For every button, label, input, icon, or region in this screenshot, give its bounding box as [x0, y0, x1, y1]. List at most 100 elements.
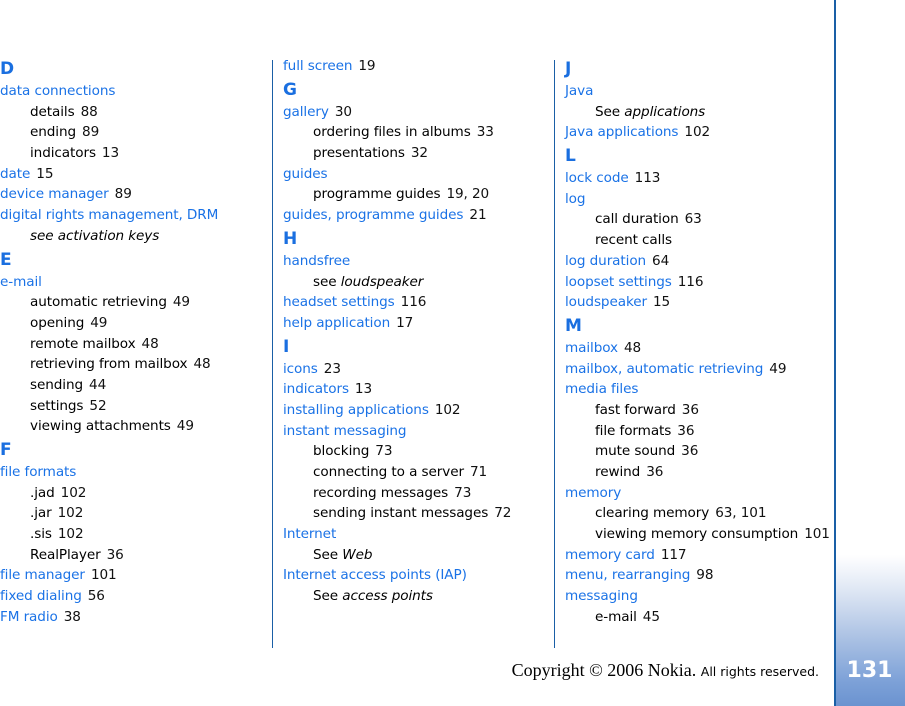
page-reference: 101: [90, 567, 117, 584]
copyright-notice: Copyright © 2006 Nokia. All rights reser…: [512, 660, 819, 681]
page-reference: 113: [634, 170, 661, 187]
see-prefix: See: [313, 546, 339, 563]
page-reference: 49: [90, 314, 108, 331]
see-prefix: see: [313, 273, 337, 290]
index-term: loudspeaker: [565, 294, 647, 311]
page-reference: 102: [57, 505, 84, 522]
index-subentry: e-mail 45: [565, 607, 830, 628]
index-subterm: file formats: [595, 422, 672, 439]
index-subentry: programme guides 19, 20: [283, 184, 551, 205]
index-subentry: automatic retrieving 49: [0, 292, 268, 313]
page-reference: 45: [642, 608, 660, 625]
index-entry: FM radio 38: [0, 607, 268, 628]
index-term: lock code: [565, 170, 629, 187]
page-reference: 48: [141, 335, 159, 352]
index-subentry: retrieving from mailbox 48: [0, 354, 268, 375]
index-entry: Internet: [283, 524, 551, 545]
page-reference: 89: [114, 186, 132, 203]
index-see-reference: See applications: [565, 102, 830, 123]
page-reference: 36: [681, 443, 699, 460]
index-subentry: recording messages 73: [283, 483, 551, 504]
page-reference: 117: [660, 546, 687, 563]
index-subterm: fast forward: [595, 401, 676, 418]
copyright-rights: All rights reserved.: [700, 664, 819, 679]
index-subterm: presentations: [313, 145, 405, 162]
index-column-3: J Java See applications Java applications 10…: [565, 56, 830, 628]
index-term: full screen: [283, 58, 353, 74]
index-entry: e-mail: [0, 272, 268, 293]
page-reference: 88: [80, 103, 98, 120]
see-prefix: See: [595, 103, 621, 120]
page-tab-band: [834, 0, 905, 706]
index-entry: data connections: [0, 81, 268, 102]
index-entry: device manager 89: [0, 184, 268, 205]
index-entry: file manager 101: [0, 565, 268, 586]
page-reference: 13: [101, 145, 120, 162]
index-entry: media files: [565, 379, 830, 400]
index-subterm: blocking: [313, 443, 370, 460]
index-term: e-mail: [0, 273, 42, 290]
index-term: indicators: [283, 381, 349, 398]
index-term: data connections: [0, 83, 116, 99]
index-entry: instant messaging: [283, 421, 551, 442]
index-term: headset settings: [283, 294, 395, 311]
index-term: Internet: [283, 526, 337, 543]
page-reference: 36: [677, 422, 695, 439]
see-target: access points: [342, 588, 433, 605]
index-subentry: opening 49: [0, 313, 268, 334]
index-subterm: connecting to a server: [313, 464, 464, 480]
index-subentry: .jar 102: [0, 503, 268, 524]
index-term: media files: [565, 381, 639, 398]
index-section-letter: M: [565, 315, 582, 336]
index-entry: mailbox, automatic retrieving 49: [565, 359, 830, 380]
index-subentry: indicators 13: [0, 143, 268, 164]
index-term: fixed dialing: [0, 588, 82, 605]
index-entry: headset settings 116: [283, 292, 551, 313]
index-term: log: [565, 190, 586, 207]
page-reference: 116: [400, 294, 427, 311]
index-subentry: mute sound 36: [565, 441, 830, 462]
index-entry: fixed dialing 56: [0, 586, 268, 607]
index-entry: guides: [283, 164, 551, 185]
index-entry: guides, programme guides 21: [283, 205, 551, 226]
index-term: mailbox: [565, 339, 618, 356]
index-term: digital rights management, DRM: [0, 207, 219, 224]
page-reference: 48: [624, 339, 642, 356]
page-reference: 52: [89, 397, 107, 414]
page-reference: 56: [87, 588, 105, 605]
index-subterm: .jar: [30, 505, 52, 522]
page-reference: 36: [681, 401, 699, 418]
page-reference: 73: [454, 484, 472, 501]
copyright-main: Copyright © 2006 Nokia.: [511, 660, 697, 680]
index-section-letter: H: [283, 228, 298, 249]
page-reference: 30: [334, 103, 352, 120]
index-subterm: viewing memory consumption: [595, 526, 799, 543]
index-column-1: Ddata connections details 88 ending 89 indica…: [0, 56, 268, 628]
index-entry: lock code 113: [565, 168, 830, 189]
index-subterm: programme guides: [313, 186, 441, 203]
index-entry: file formats: [0, 462, 268, 483]
index-subentry: file formats 36: [565, 421, 830, 442]
index-term: messaging: [565, 588, 638, 605]
index-entry: mailbox 48: [565, 338, 830, 359]
index-subterm: automatic retrieving: [30, 294, 167, 311]
page-reference: 73: [375, 443, 393, 460]
index-subentry: viewing attachments 49: [0, 416, 268, 437]
page-reference: 102: [57, 526, 84, 543]
page-reference: 36: [646, 464, 664, 480]
index-section-letter: I: [283, 336, 290, 357]
page-reference: 15: [36, 165, 54, 182]
page-reference: 17: [396, 314, 414, 331]
page-reference: 89: [82, 124, 100, 141]
see-prefix: See: [313, 588, 339, 605]
index-section-letter: E: [0, 249, 12, 270]
page-reference: 64: [652, 252, 670, 269]
index-subentry: sending 44: [0, 375, 268, 396]
index-entry: indicators 13: [283, 379, 551, 400]
page-reference: 33: [476, 124, 494, 141]
page-reference: 13: [354, 381, 373, 398]
page-reference: 116: [677, 273, 704, 290]
index-subterm: sending: [30, 376, 84, 393]
index-subentry: sending instant messages 72: [283, 503, 551, 524]
index-section-letter: G: [283, 79, 297, 100]
